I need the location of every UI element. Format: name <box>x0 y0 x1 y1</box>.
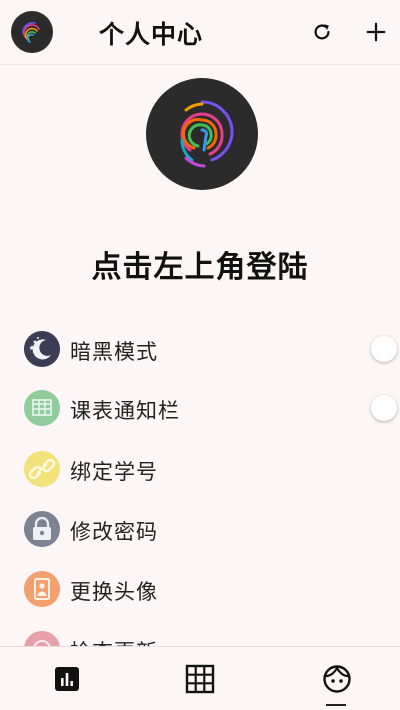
lock-icon <box>24 511 60 547</box>
menu-item-change-password[interactable]: 修改密码 <box>0 500 400 558</box>
menu-item-change-avatar[interactable]: 更换头像 <box>0 560 400 618</box>
menu-item-label: 暗黑模式 <box>70 340 158 364</box>
bar-chart-icon <box>54 667 79 691</box>
plus-icon <box>366 22 386 42</box>
face-icon <box>322 665 351 693</box>
fingerprint-logo-icon <box>22 22 40 43</box>
tab-profile[interactable] <box>270 647 400 710</box>
refresh-button[interactable] <box>308 18 336 46</box>
menu-item-label: 课表通知栏 <box>70 399 180 423</box>
profile-avatar[interactable] <box>146 78 258 190</box>
active-tab-indicator <box>326 704 346 706</box>
menu-item-bind-student-id[interactable]: 绑定学号 <box>0 440 400 498</box>
page-title: 个人中心 <box>99 20 204 49</box>
menu-item-label: 修改密码 <box>70 520 158 544</box>
dark-mode-toggle[interactable] <box>371 336 397 362</box>
link-icon <box>24 451 60 487</box>
menu-item-dark-mode[interactable]: 暗黑模式 <box>0 320 400 378</box>
menu-item-label: 绑定学号 <box>70 460 158 484</box>
top-app-bar: 个人中心 <box>0 0 400 64</box>
timetable-icon <box>24 390 60 426</box>
moon-night-icon <box>24 331 60 367</box>
add-button[interactable] <box>362 18 390 46</box>
portrait-icon <box>24 571 60 607</box>
timetable-notification-toggle[interactable] <box>371 395 397 421</box>
fingerprint-logo-icon <box>180 100 234 168</box>
tab-stats[interactable] <box>0 647 133 710</box>
refresh-icon <box>314 24 330 40</box>
menu-item-label: 更换头像 <box>70 580 158 604</box>
header-divider <box>0 64 400 65</box>
bottom-navigation <box>0 646 400 710</box>
tab-schedule[interactable] <box>133 647 266 710</box>
grid-table-icon <box>185 664 214 694</box>
login-prompt[interactable]: 点击左上角登陆 <box>0 242 400 286</box>
menu-item-timetable-notification[interactable]: 课表通知栏 <box>0 379 400 437</box>
header-avatar[interactable] <box>11 11 53 53</box>
